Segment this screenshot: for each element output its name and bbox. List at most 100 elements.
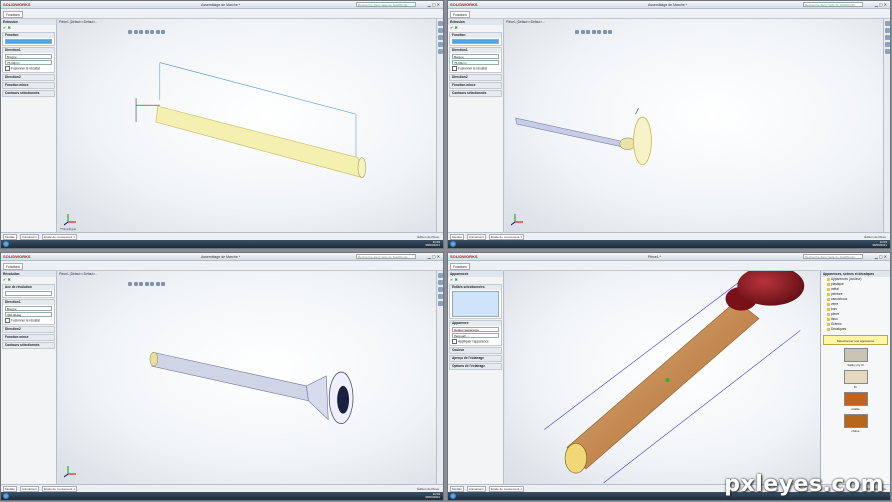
pm-section-header[interactable]: Contours sélectionnés (3, 343, 54, 348)
media-icon[interactable] (480, 500, 486, 501)
pm-section-header[interactable]: Direction1 (3, 48, 54, 53)
browse-button[interactable]: Parcourir... (452, 333, 499, 338)
window-controls[interactable]: ▁▢✕ (875, 2, 888, 7)
depth-input[interactable]: 75.00mm (5, 60, 52, 65)
pm-section-header[interactable]: Fonction mince (450, 83, 501, 88)
tab-model[interactable]: Modèle (3, 485, 17, 492)
app-icon[interactable] (510, 500, 516, 501)
pm-section-header[interactable]: Apparence (450, 321, 501, 326)
solidworks-icon[interactable] (490, 248, 496, 249)
pm-section-header[interactable]: Axe de révolution (3, 285, 54, 290)
palette-icon[interactable] (885, 42, 890, 47)
depth-input[interactable]: 75.00mm (452, 60, 499, 65)
start-button-icon[interactable] (450, 241, 456, 247)
solidworks-icon[interactable] (43, 500, 49, 501)
graphics-area[interactable] (505, 271, 820, 484)
resources-icon[interactable] (438, 273, 443, 278)
merge-checkbox[interactable]: Fusionner le résultat (5, 66, 52, 71)
pm-section-header[interactable]: Direction2 (450, 75, 501, 80)
explorer-icon[interactable] (23, 248, 29, 249)
selection-box[interactable] (5, 39, 52, 44)
palette-icon[interactable] (438, 294, 443, 299)
explorer-icon[interactable] (438, 287, 443, 292)
ie-icon[interactable] (13, 248, 19, 249)
media-icon[interactable] (33, 248, 39, 249)
tab-features[interactable]: Fonctions (3, 11, 23, 18)
pm-section-header[interactable]: Direction2 (3, 75, 54, 80)
angle-input[interactable]: 360.00deg (5, 312, 52, 317)
axis-selection-box[interactable] (5, 291, 52, 296)
graphics-area[interactable]: Pièce1 (Défaut<<Défaut>... *Trimétrique (58, 19, 436, 232)
help-search-input[interactable]: Recherche dans l'aide de SolidWorks (356, 2, 416, 7)
folder-icon[interactable] (500, 248, 506, 249)
ok-cancel-row[interactable]: ✔ ✖ (448, 25, 503, 31)
resources-icon[interactable] (438, 21, 443, 26)
revolve-type-select[interactable]: Borgne (5, 306, 52, 311)
explorer-icon[interactable] (470, 500, 476, 501)
tab-features[interactable]: Fonctions (3, 263, 23, 270)
tab-motion-study[interactable]: Etude de mouvement 1 (488, 485, 524, 492)
help-search-input[interactable]: Recherche dans l'aide de SolidWorks (803, 2, 863, 7)
pm-section-header[interactable]: Fonction (3, 33, 54, 38)
appearance-icon[interactable] (438, 301, 443, 306)
appearance-swatch[interactable] (843, 370, 868, 384)
app-icon[interactable] (510, 248, 516, 249)
ie-icon[interactable] (460, 248, 466, 249)
end-condition-select[interactable]: Borgne (5, 54, 52, 59)
end-condition-select[interactable]: Borgne (452, 54, 499, 59)
help-search-input[interactable]: Recherche dans l'aide de SolidWorks (356, 254, 416, 259)
merge-checkbox[interactable]: Fusionner le résultat (452, 66, 499, 71)
tab-animation[interactable]: Animation1 (19, 485, 39, 492)
ok-cancel-row[interactable]: ✔ ✖ (1, 25, 56, 31)
pm-section-header[interactable]: Direction1 (3, 300, 54, 305)
tab-model[interactable]: Modèle (3, 233, 17, 240)
start-button-icon[interactable] (450, 493, 456, 499)
tab-features[interactable]: Fonctions (450, 263, 470, 270)
pm-section-header[interactable]: Fonction mince (3, 335, 54, 340)
pm-section-header[interactable]: Fonction (450, 33, 501, 38)
tab-animation[interactable]: Animation1 (466, 233, 486, 240)
library-icon[interactable] (438, 28, 443, 33)
app-icon[interactable] (63, 500, 69, 501)
pm-section-header[interactable]: Fonction mince (3, 83, 54, 88)
media-icon[interactable] (480, 248, 486, 249)
window-controls[interactable]: ▁▢✕ (875, 254, 888, 259)
tab-animation[interactable]: Animation1 (19, 233, 39, 240)
ok-cancel-row[interactable]: ✔ ✖ (448, 277, 503, 283)
help-search-input[interactable]: Recherche dans l'aide de SolidWorks (803, 254, 863, 259)
app-icon[interactable] (63, 248, 69, 249)
tab-motion-study[interactable]: Etude de mouvement 1 (41, 233, 77, 240)
ie-icon[interactable] (460, 500, 466, 501)
folder-icon[interactable] (53, 500, 59, 501)
tab-motion-study[interactable]: Etude de mouvement 1 (41, 485, 77, 492)
library-icon[interactable] (885, 28, 890, 33)
solidworks-icon[interactable] (490, 500, 496, 501)
selected-entities-list[interactable] (452, 291, 499, 317)
tab-animation[interactable]: Animation1 (466, 485, 486, 492)
window-controls[interactable]: ▁▢✕ (428, 2, 441, 7)
media-icon[interactable] (33, 500, 39, 501)
pm-section-header[interactable]: Entités sélectionnées (450, 285, 501, 290)
tab-motion-study[interactable]: Etude de mouvement 1 (488, 233, 524, 240)
palette-icon[interactable] (438, 42, 443, 47)
solidworks-icon[interactable] (43, 248, 49, 249)
folder-icon[interactable] (500, 500, 506, 501)
pm-section-header[interactable]: Couleur (450, 348, 501, 353)
explorer-icon[interactable] (470, 248, 476, 249)
pm-section-header[interactable]: Options de l'éclairage (450, 364, 501, 369)
explorer-icon[interactable] (885, 35, 890, 40)
start-button-icon[interactable] (3, 493, 9, 499)
pm-section-header[interactable]: Contours sélectionnés (3, 91, 54, 96)
explorer-icon[interactable] (23, 500, 29, 501)
tab-model[interactable]: Modèle (450, 233, 464, 240)
appearance-icon[interactable] (885, 49, 890, 54)
appearance-name-field[interactable]: Défaut l'apparence (452, 327, 499, 332)
start-button-icon[interactable] (3, 241, 9, 247)
explorer-icon[interactable] (438, 35, 443, 40)
library-icon[interactable] (438, 280, 443, 285)
folder-icon[interactable] (53, 248, 59, 249)
appearance-swatch[interactable] (843, 348, 868, 362)
appearance-icon[interactable] (438, 49, 443, 54)
resources-icon[interactable] (885, 21, 890, 26)
ok-cancel-row[interactable]: ✔ ✖ (1, 277, 56, 283)
